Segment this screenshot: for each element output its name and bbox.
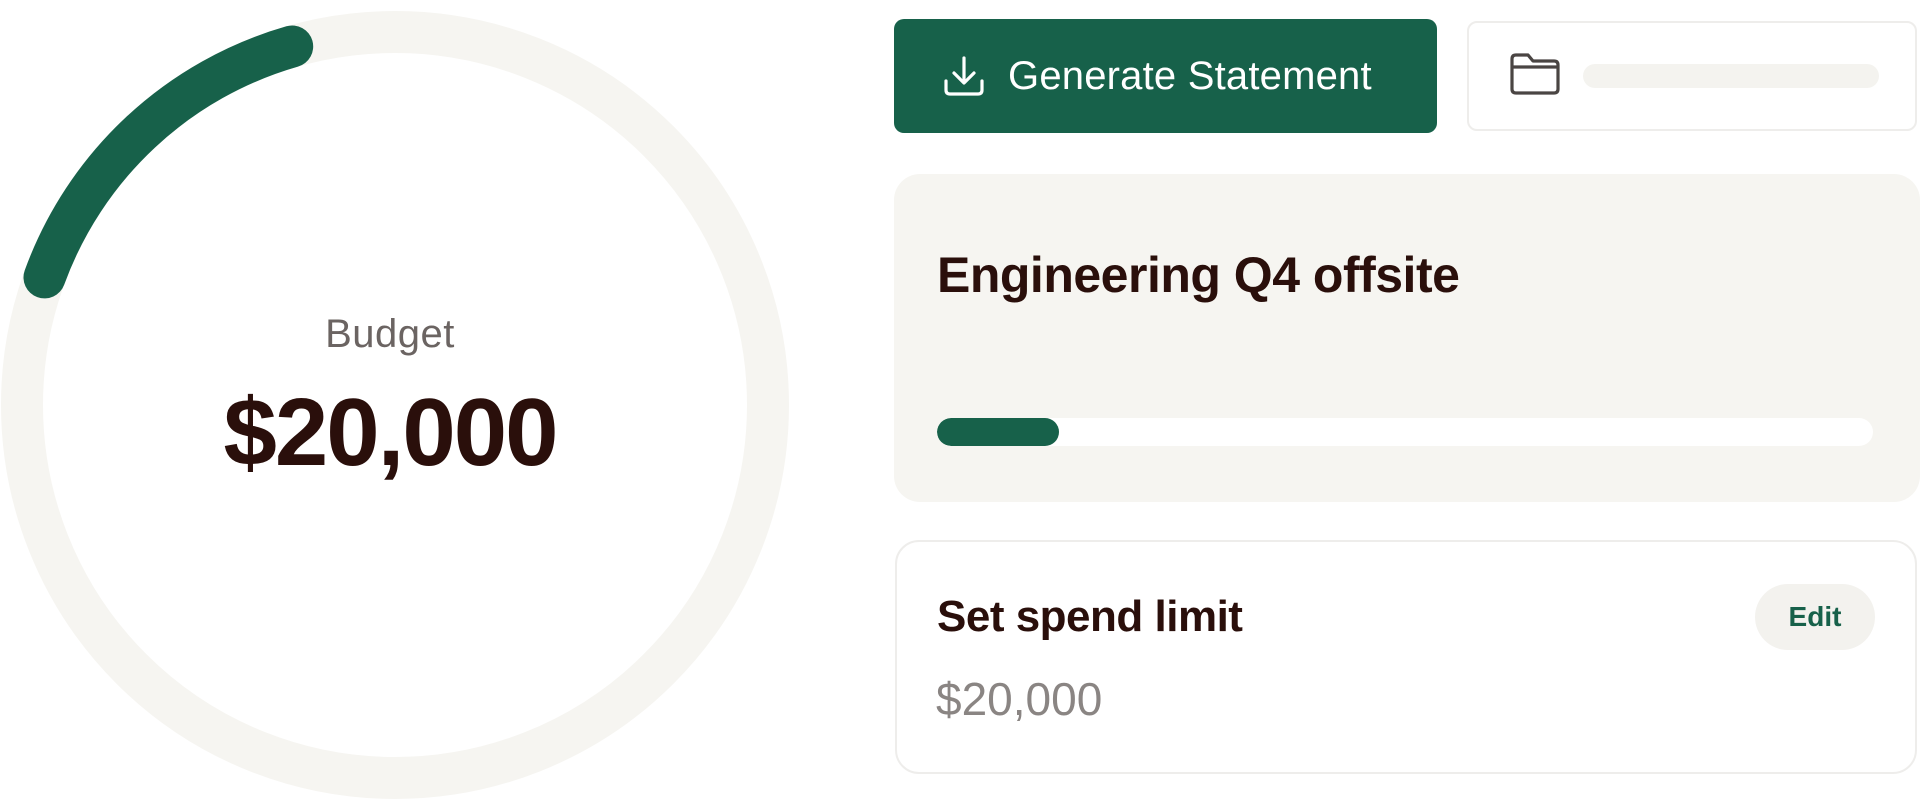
budget-amount: $20,000 bbox=[223, 379, 558, 486]
spend-limit-amount: $20,000 bbox=[936, 673, 1103, 725]
download-icon bbox=[940, 52, 988, 100]
generate-statement-label: Generate Statement bbox=[1008, 53, 1372, 98]
project-progress-fill bbox=[937, 418, 1059, 446]
folder-selector[interactable] bbox=[1467, 21, 1917, 131]
budget-ring-widget: Budget $20,000 bbox=[0, 0, 800, 810]
folder-name-placeholder bbox=[1583, 64, 1879, 88]
spend-limit-card: Set spend limit $20,000 Edit bbox=[895, 540, 1917, 774]
budget-label: Budget bbox=[325, 312, 455, 356]
generate-statement-button[interactable]: Generate Statement bbox=[894, 19, 1437, 133]
project-title: Engineering Q4 offsite bbox=[937, 247, 1460, 303]
project-card: Engineering Q4 offsite bbox=[894, 174, 1920, 502]
spend-overview: Budget $20,000 Generate Statement Engine… bbox=[0, 0, 1920, 810]
budget-ring-progress bbox=[23, 25, 314, 299]
folder-icon bbox=[1509, 51, 1563, 102]
spend-limit-title: Set spend limit bbox=[937, 592, 1243, 641]
edit-spend-limit-button[interactable]: Edit bbox=[1755, 584, 1875, 650]
project-progress-track bbox=[937, 418, 1873, 446]
